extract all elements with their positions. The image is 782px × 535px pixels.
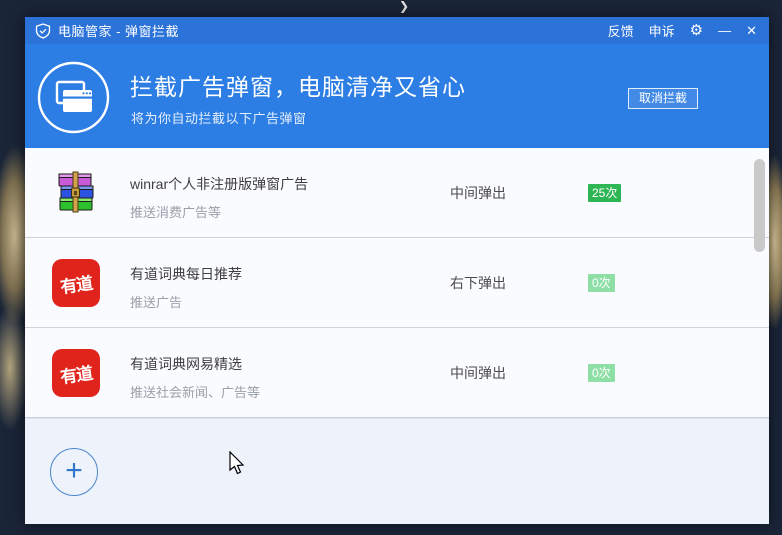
feedback-link[interactable]: 反馈 — [608, 21, 634, 40]
window-title: 电脑管家 - 弹窗拦截 — [58, 24, 180, 39]
add-rule-button[interactable]: + — [50, 448, 98, 496]
plus-icon: + — [65, 453, 83, 487]
app-window: 电脑管家 - 弹窗拦截 反馈 申诉 ⚙ — ✕ 拦截广告弹窗，电脑清净又省心 将… — [25, 17, 769, 524]
youdao-icon: 有道 — [52, 349, 100, 397]
youdao-icon: 有道 — [52, 259, 100, 307]
rule-text: winrar个人非注册版弹窗广告 推送消费广告等 — [130, 174, 308, 221]
popup-position: 中间弹出 — [450, 184, 506, 201]
winrar-icon — [52, 169, 100, 217]
rule-title: 有道词典每日推荐 — [130, 266, 242, 282]
popup-list: winrar个人非注册版弹窗广告 推送消费广告等 中间弹出 25次 有道 有道词… — [25, 148, 769, 418]
minimize-button[interactable]: — — [718, 24, 731, 37]
header-banner: 拦截广告弹窗，电脑清净又省心 将为你自动拦截以下广告弹窗 取消拦截 — [25, 44, 769, 148]
block-count-badge: 0次 — [588, 273, 615, 292]
footer: + — [25, 418, 769, 524]
block-count-badge: 0次 — [588, 363, 615, 382]
desktop: ❯ 电脑管家 - 弹窗拦截 反馈 申诉 ⚙ — ✕ 拦截广告弹窗，电脑清净又省心… — [0, 0, 782, 535]
popup-rule-row[interactable]: 有道 有道词典每日推荐 推送广告 右下弹出 0次 — [25, 238, 769, 328]
header-subtitle: 将为你自动拦截以下广告弹窗 — [131, 111, 307, 126]
rule-desc: 推送消费广告等 — [130, 205, 222, 220]
shield-logo-icon — [35, 22, 51, 39]
rule-title: winrar个人非注册版弹窗广告 — [130, 176, 309, 192]
popup-rule-row[interactable]: 有道 有道词典网易精选 推送社会新闻、广告等 中间弹出 0次 — [25, 328, 769, 418]
cancel-block-button[interactable]: 取消拦截 — [628, 88, 698, 109]
wallpaper-right — [769, 130, 782, 410]
wallpaper-cursor-artifact: ❯ — [399, 0, 410, 13]
close-button[interactable]: ✕ — [746, 24, 757, 37]
header-title: 拦截广告弹窗，电脑清净又省心 — [130, 74, 466, 100]
scrollbar-thumb[interactable] — [754, 159, 765, 252]
popup-rule-row[interactable]: winrar个人非注册版弹窗广告 推送消费广告等 中间弹出 25次 — [25, 148, 769, 238]
rule-title: 有道词典网易精选 — [130, 356, 242, 372]
wallpaper-left — [0, 120, 25, 450]
block-count-badge: 25次 — [588, 183, 622, 202]
rule-text: 有道词典网易精选 推送社会新闻、广告等 — [130, 354, 260, 401]
youdao-icon-label: 有道 — [59, 273, 94, 297]
settings-gear-icon[interactable]: ⚙ — [690, 23, 703, 38]
titlebar-actions: 反馈 申诉 ⚙ — ✕ — [608, 21, 757, 40]
popup-windows-icon — [37, 61, 110, 134]
titlebar: 电脑管家 - 弹窗拦截 反馈 申诉 ⚙ — ✕ — [25, 17, 769, 44]
rule-text: 有道词典每日推荐 推送广告 — [130, 264, 242, 311]
rule-desc: 推送社会新闻、广告等 — [130, 385, 261, 400]
appeal-link[interactable]: 申诉 — [649, 21, 675, 40]
popup-position: 中间弹出 — [450, 364, 506, 381]
rule-desc: 推送广告 — [130, 295, 183, 310]
popup-position: 右下弹出 — [450, 274, 506, 291]
youdao-icon-label: 有道 — [59, 363, 94, 387]
